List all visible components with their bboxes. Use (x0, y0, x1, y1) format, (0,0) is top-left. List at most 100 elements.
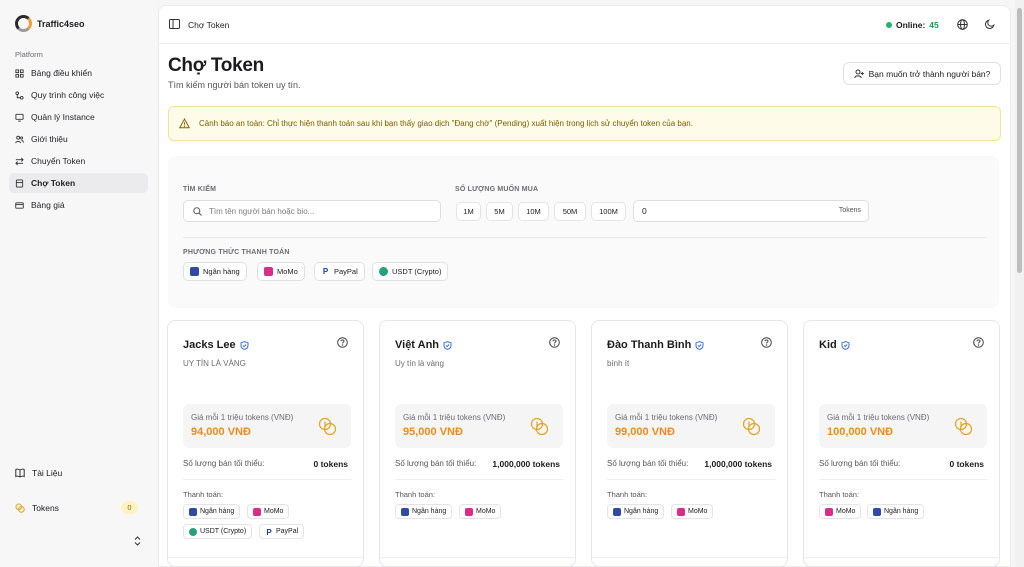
card-divider (183, 479, 351, 480)
sidebar-group-label: Platform (15, 50, 43, 59)
payment-chip-label: MoMo (264, 508, 284, 515)
search-label: TÌM KIẾM (183, 186, 217, 193)
dashboard-icon (15, 68, 24, 78)
payment-chip-paypal: P PayPal (259, 524, 305, 539)
bank-icon (189, 507, 197, 516)
sidebar-item-transfer[interactable]: Chuyển Token (9, 151, 148, 171)
payment-filter-usdt[interactable]: USDT (Crypto) (372, 262, 449, 281)
sidebar-docs-link[interactable]: Tài Liệu (15, 468, 62, 478)
page-title: Chợ Token (168, 55, 264, 76)
momo-icon (264, 267, 273, 276)
usdt-icon (189, 527, 197, 536)
quantity-input[interactable]: 0 Tokens (633, 200, 869, 222)
min-quantity-label: Số lượng bán tối thiểu: (395, 459, 477, 468)
verified-shield-icon (240, 340, 249, 350)
payment-filter-momo[interactable]: MoMo (257, 262, 305, 281)
seller-card[interactable]: Việt Anh Uy tín là vàng Giá mỗi 1 triệu … (379, 320, 576, 567)
workflow-icon (15, 90, 24, 100)
payment-chip-label: PayPal (276, 528, 299, 535)
price-value: 94,000 VNĐ (191, 426, 251, 438)
sidebar-item-pricing[interactable]: Bảng giá (9, 195, 148, 215)
brand-logo[interactable]: Traffic4seo (15, 15, 85, 32)
quantity-option-50m[interactable]: 50M (554, 202, 586, 221)
card-divider (819, 479, 987, 480)
online-status: Online: 45 (886, 20, 939, 30)
help-circle-icon[interactable] (549, 337, 560, 348)
alert-text: Cảnh báo an toàn: Chỉ thực hiện thanh to… (199, 119, 693, 128)
chevrons-up-down-icon[interactable] (133, 535, 142, 547)
tokens-label: Tokens (32, 503, 59, 513)
bank-icon (873, 507, 881, 516)
globe-icon[interactable] (957, 19, 968, 30)
coins-icon (318, 417, 337, 436)
quantity-unit: Tokens (838, 207, 861, 214)
seller-name-row: Jacks Lee (183, 339, 249, 351)
verified-shield-icon (443, 340, 452, 350)
coins-icon (954, 417, 973, 436)
tokens-count-badge: 0 (121, 501, 138, 514)
payment-chip-label: USDT (Crypto) (200, 528, 247, 535)
sidebar-item-workflow[interactable]: Quy trình công việc (9, 85, 148, 105)
quantity-option-1m[interactable]: 1M (456, 202, 481, 221)
quantity-option-10m[interactable]: 10M (518, 202, 549, 221)
payment-filter-label: MoMo (277, 267, 298, 276)
payment-filter-paypal[interactable]: P PayPal (314, 262, 365, 281)
filter-divider (183, 237, 986, 238)
online-count: 45 (929, 20, 939, 30)
payment-chip-label: MoMo (688, 508, 708, 515)
warning-icon (179, 118, 190, 129)
sidebar-item-label: Quy trình công việc (31, 90, 105, 100)
min-quantity-value: 1,000,000 tokens (492, 459, 560, 469)
seller-bio: bình ít (607, 359, 630, 368)
become-seller-button[interactable]: Bạn muốn trở thành người bán? (843, 62, 1001, 85)
payment-chip-bank: Ngân hàng (607, 504, 665, 519)
quantity-option-100m[interactable]: 100M (591, 202, 626, 221)
seller-name-row: Việt Anh (395, 339, 452, 351)
help-circle-icon[interactable] (761, 337, 772, 348)
sidebar-tokens[interactable]: Tokens (15, 503, 59, 513)
quantity-option-5m[interactable]: 5M (486, 202, 513, 221)
scrollbar-thumb[interactable] (1017, 8, 1022, 273)
payment-filter-label: Ngân hàng (203, 267, 240, 276)
momo-icon (253, 507, 261, 516)
sidebar-item-label: Bảng điều khiển (31, 68, 92, 78)
seller-name: Jacks Lee (183, 339, 236, 351)
payment-chip-bank: Ngân hàng (867, 504, 925, 519)
sidebar-nav: Bảng điều khiển Quy trình công việc Quản… (9, 63, 148, 217)
help-circle-icon[interactable] (973, 337, 984, 348)
sidebar-item-label: Chợ Token (31, 178, 76, 188)
payment-filter-bank[interactable]: Ngân hàng (183, 262, 247, 281)
payment-title: Thanh toán: (819, 490, 860, 499)
price-value: 99,000 VNĐ (615, 426, 675, 438)
min-quantity-value: 1,000,000 tokens (704, 459, 772, 469)
page-scrollbar[interactable] (1015, 0, 1024, 567)
seller-card[interactable]: Đào Thanh Bình bình ít Giá mỗi 1 triệu t… (591, 320, 788, 567)
paypal-icon: P (265, 527, 273, 537)
bank-icon (401, 507, 409, 516)
sidebar-item-label: Giới thiệu (31, 134, 68, 144)
coins-icon (15, 503, 25, 513)
momo-icon (677, 507, 685, 516)
payment-method-label: PHƯƠNG THỨC THANH TOÁN (183, 249, 290, 256)
seller-name: Kid (819, 339, 837, 351)
sidebar-item-token-market[interactable]: Chợ Token (9, 173, 148, 193)
moon-icon[interactable] (985, 19, 995, 29)
min-quantity-label: Số lượng bán tối thiểu: (607, 459, 689, 468)
payment-chip-momo: MoMo (671, 504, 714, 519)
price-label: Giá mỗi 1 triệu tokens (VNĐ) (615, 413, 718, 422)
seller-card[interactable]: Jacks Lee UY TÍN LÀ VÀNG Giá mỗi 1 triệu… (167, 320, 364, 567)
search-input[interactable]: Tìm tên người bán hoặc bio... (183, 200, 441, 222)
seller-name-row: Đào Thanh Bình (607, 339, 704, 351)
payment-chip-momo: MoMo (247, 504, 290, 519)
seller-card[interactable]: Kid Giá mỗi 1 triệu tokens (VNĐ) 100,000… (803, 320, 1000, 567)
sidebar-toggle-icon[interactable] (169, 19, 180, 29)
online-label: Online: (896, 20, 926, 30)
payment-title: Thanh toán: (395, 490, 436, 499)
sidebar-item-label: Chuyển Token (31, 156, 86, 166)
sidebar-item-instances[interactable]: Quản lý Instance (9, 107, 148, 127)
help-circle-icon[interactable] (337, 337, 348, 348)
sidebar-item-dashboard[interactable]: Bảng điều khiển (9, 63, 148, 83)
search-icon (193, 206, 202, 216)
sidebar-item-referral[interactable]: Giới thiệu (9, 129, 148, 149)
card-divider (395, 479, 563, 480)
